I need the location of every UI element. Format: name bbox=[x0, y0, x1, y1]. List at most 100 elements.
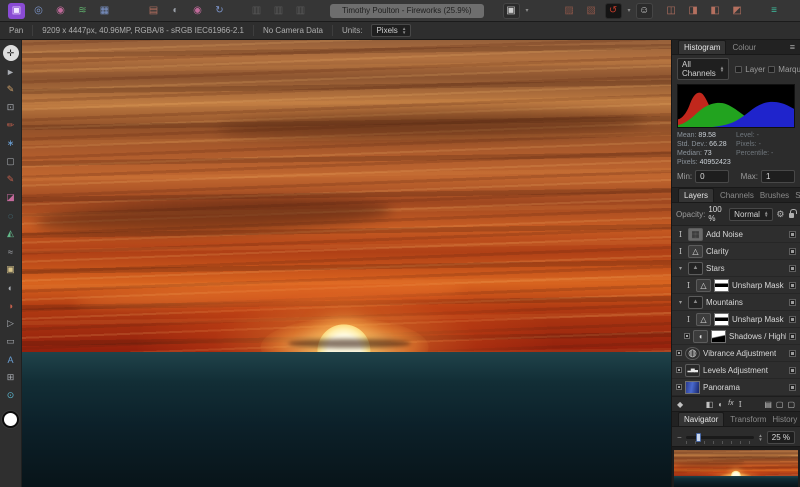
zoom-out-icon[interactable]: − bbox=[677, 433, 682, 442]
snapping-icon[interactable]: ◫ bbox=[663, 3, 680, 19]
layer-row-stars[interactable]: ▾ ▲ Stars bbox=[672, 260, 800, 277]
current-layer-dropdown-icon[interactable]: ▣ bbox=[502, 2, 520, 19]
tab-histogram[interactable]: Histogram bbox=[678, 40, 727, 54]
blur-brush-tool[interactable]: ◌ bbox=[3, 208, 19, 223]
color-picker-tool[interactable]: ✎ bbox=[3, 82, 19, 97]
view-tool[interactable]: ✛ bbox=[2, 45, 19, 61]
enabled-checkbox[interactable] bbox=[684, 333, 690, 339]
zoom-value-input[interactable]: 25 % bbox=[766, 431, 795, 444]
enabled-checkbox[interactable] bbox=[676, 367, 682, 373]
stepper-icon[interactable]: ▲ ▼ bbox=[720, 65, 724, 73]
gear-icon[interactable]: ⚙ bbox=[776, 209, 784, 220]
visibility-checkbox[interactable] bbox=[789, 230, 796, 238]
stepper-icon[interactable]: ▲ ▼ bbox=[402, 27, 406, 34]
tab-channels[interactable]: Channels bbox=[720, 188, 754, 202]
order-icon[interactable]: ≡ bbox=[766, 3, 783, 19]
dodge-brush-tool[interactable]: ◐ bbox=[3, 280, 19, 295]
node-tool[interactable]: ▷ bbox=[3, 316, 19, 331]
tab-brushes[interactable]: Brushes bbox=[760, 188, 789, 202]
move-tool[interactable]: ► bbox=[3, 64, 19, 79]
group-layers-icon[interactable]: ▤ bbox=[764, 400, 772, 409]
enabled-checkbox[interactable] bbox=[676, 384, 682, 390]
live-filter-layer-icon[interactable]: I bbox=[739, 400, 742, 409]
layer-effects-icon[interactable]: fx bbox=[728, 400, 733, 409]
visibility-checkbox[interactable] bbox=[789, 332, 796, 340]
photo-persona-icon[interactable]: ▣ bbox=[8, 2, 25, 19]
document-canvas[interactable] bbox=[22, 40, 671, 487]
tab-navigator[interactable]: Navigator bbox=[678, 412, 725, 426]
stepper-icon[interactable]: ▲ ▼ bbox=[764, 210, 768, 218]
layer-row-panorama[interactable]: Panorama bbox=[672, 379, 800, 396]
visibility-checkbox[interactable] bbox=[789, 264, 796, 272]
navigator-preview[interactable] bbox=[672, 446, 800, 487]
max-input[interactable]: 1 bbox=[761, 170, 795, 183]
visibility-checkbox[interactable] bbox=[789, 315, 796, 323]
smudge-brush-tool[interactable]: ≈ bbox=[3, 244, 19, 259]
snapshot-restore-icon[interactable]: ▧ bbox=[583, 3, 600, 19]
snapping-icon[interactable]: ◨ bbox=[685, 3, 702, 19]
mesh-warp-tool[interactable]: ⊞ bbox=[3, 370, 19, 385]
delete-layer-icon[interactable]: ▢ bbox=[787, 400, 795, 409]
layer-row-levels[interactable]: ▂▅▃ Levels Adjustment bbox=[672, 362, 800, 379]
expand-chevron-icon[interactable]: ▾ bbox=[676, 299, 685, 306]
layer-row-clarity[interactable]: I △ Clarity bbox=[672, 243, 800, 260]
tone-mapping-persona-icon[interactable]: ≋ bbox=[74, 3, 91, 19]
add-layer-icon[interactable]: ▢ bbox=[776, 400, 784, 409]
assistant-icon[interactable]: ☺ bbox=[635, 2, 653, 19]
layer-row-add-noise[interactable]: I ▦ Add Noise bbox=[672, 226, 800, 243]
min-input[interactable]: 0 bbox=[695, 170, 730, 183]
visibility-checkbox[interactable] bbox=[789, 281, 796, 289]
expand-chevron-icon[interactable]: ▾ bbox=[676, 265, 685, 272]
visibility-checkbox[interactable] bbox=[789, 349, 796, 357]
sharpen-brush-tool[interactable]: ◭ bbox=[3, 226, 19, 241]
stepper-icon[interactable]: ▲ ▼ bbox=[758, 434, 762, 441]
color-tag-icon[interactable]: ◆ bbox=[677, 400, 683, 409]
tab-stock[interactable]: Stock bbox=[795, 188, 800, 202]
zoom-tool[interactable]: ⊙ bbox=[3, 388, 19, 403]
export-persona-icon[interactable]: ▦ bbox=[96, 3, 113, 19]
lock-icon[interactable] bbox=[788, 209, 796, 218]
flood-select-tool[interactable]: ∗ bbox=[3, 136, 19, 151]
tab-colour[interactable]: Colour bbox=[732, 40, 756, 54]
visibility-checkbox[interactable] bbox=[789, 247, 796, 255]
marquee-checkbox[interactable] bbox=[768, 65, 776, 73]
erase-brush-tool[interactable]: ◪ bbox=[3, 190, 19, 205]
rectangle-tool[interactable]: ▭ bbox=[3, 334, 19, 349]
selection-brush-tool[interactable]: ✏ bbox=[3, 118, 19, 133]
enabled-checkbox[interactable] bbox=[676, 350, 682, 356]
crop-tool[interactable]: ⊡ bbox=[3, 100, 19, 115]
layer-checkbox[interactable] bbox=[735, 65, 743, 73]
snapping-icon[interactable]: ◧ bbox=[707, 3, 724, 19]
new-document-icon[interactable]: ▤ bbox=[145, 3, 162, 19]
tab-layers[interactable]: Layers bbox=[678, 188, 715, 202]
zoom-slider[interactable] bbox=[685, 433, 755, 444]
mask-layer-icon[interactable]: ◧ bbox=[706, 400, 714, 409]
liquify-persona-icon[interactable]: ◎ bbox=[30, 3, 47, 19]
channel-dropdown[interactable]: All Channels ▲ ▼ bbox=[677, 58, 730, 80]
tab-history[interactable]: History bbox=[772, 412, 797, 426]
color-swatch[interactable] bbox=[2, 411, 19, 428]
opacity-value[interactable]: 100 % bbox=[708, 205, 726, 223]
layer-row-shadows-highlights[interactable]: ◖ Shadows / Highligh bbox=[672, 328, 800, 345]
develop-persona-icon[interactable]: ◉ bbox=[52, 3, 69, 19]
visibility-checkbox[interactable] bbox=[789, 383, 796, 391]
adjustment-shortcut-icon[interactable]: ◐ bbox=[167, 3, 184, 19]
visibility-checkbox[interactable] bbox=[789, 366, 796, 374]
visibility-checkbox[interactable] bbox=[789, 298, 796, 306]
text-tool[interactable]: A bbox=[3, 352, 19, 367]
panel-menu-icon[interactable]: ≡ bbox=[790, 42, 795, 52]
undo-history-icon[interactable]: ↺ bbox=[604, 2, 622, 19]
adjustment-layer-icon[interactable]: ◐ bbox=[718, 400, 723, 409]
units-dropdown[interactable]: Pixels ▲ ▼ bbox=[371, 24, 412, 37]
layer-row-unsharp-mask-1[interactable]: I △ Unsharp Mask bbox=[672, 277, 800, 294]
layer-row-mountains[interactable]: ▾ ▲ Mountains bbox=[672, 294, 800, 311]
snapping-icon[interactable]: ◩ bbox=[729, 3, 746, 19]
clone-brush-tool[interactable]: ▣ bbox=[3, 262, 19, 277]
blend-mode-dropdown[interactable]: Normal ▲ ▼ bbox=[729, 207, 774, 221]
tab-transform[interactable]: Transform bbox=[730, 412, 766, 426]
layer-row-vibrance[interactable]: ◍ Vibrance Adjustment bbox=[672, 345, 800, 362]
rotate-icon[interactable]: ↻ bbox=[211, 3, 228, 19]
burn-brush-tool[interactable]: ◑ bbox=[3, 298, 19, 313]
color-wheel-icon[interactable]: ◉ bbox=[189, 3, 206, 19]
paint-brush-tool[interactable]: ✎ bbox=[3, 172, 19, 187]
